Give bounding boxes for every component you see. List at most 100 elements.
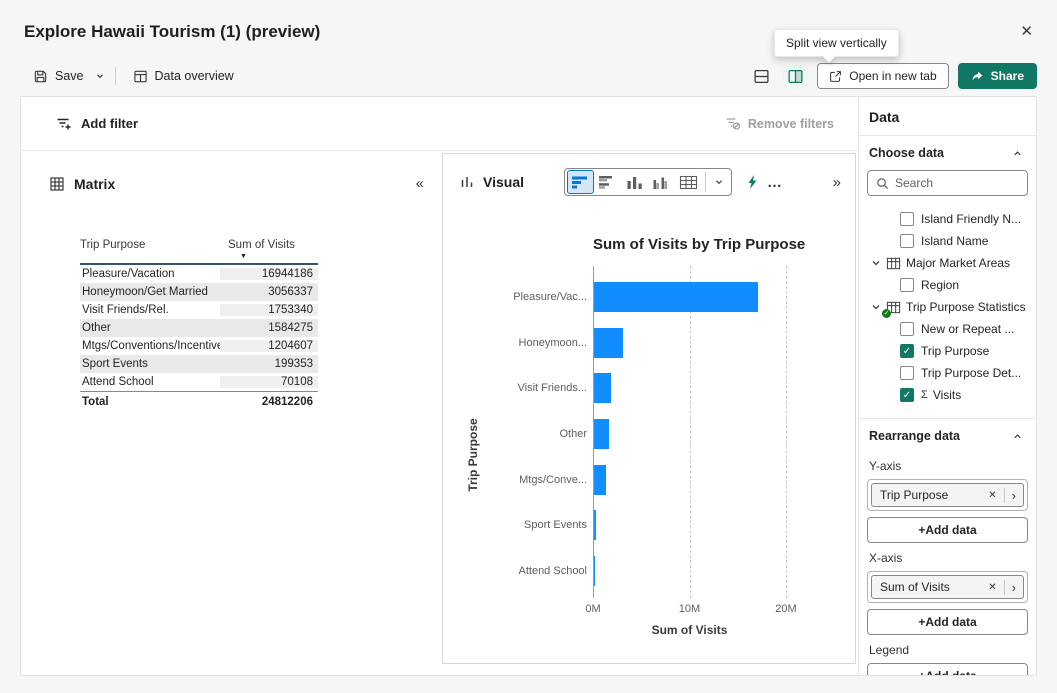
bar[interactable] [594, 556, 595, 586]
table-icon [886, 256, 901, 271]
total-row[interactable]: Total 24812206 [80, 391, 318, 412]
category-label: Attend School [491, 548, 587, 594]
chart-type-dropdown-button[interactable] [709, 170, 729, 194]
toolbar-left: Save Data overview [26, 63, 241, 90]
table-row[interactable]: Attend School70108 [80, 373, 318, 391]
tree-item-table[interactable]: ✓Trip Purpose Statistics [859, 296, 1036, 318]
remove-filters-button[interactable]: Remove filters [724, 115, 834, 132]
chevron-up-icon [1012, 431, 1023, 442]
bar[interactable] [594, 328, 623, 358]
table-label: Major Market Areas [906, 256, 1010, 270]
field-label: Visits [933, 388, 961, 402]
stacked-column-chart-icon [625, 175, 644, 190]
table-row[interactable]: Other1584275 [80, 319, 318, 337]
search-input[interactable] [895, 176, 1019, 190]
table-row[interactable]: Mtgs/Conventions/Incentive1204607 [80, 337, 318, 355]
tree-item-field[interactable]: Trip Purpose Det... [859, 362, 1036, 384]
checkbox[interactable]: ✓ [900, 388, 914, 402]
add-filter-label: Add filter [81, 116, 138, 131]
well-label: X-axis [867, 551, 1028, 565]
cell-trip-purpose: Sport Events [80, 358, 220, 370]
add-data-button[interactable]: +Add data [867, 517, 1028, 543]
field-well: Sum of Visits✕› [867, 571, 1028, 603]
more-options-button[interactable]: … [767, 174, 782, 191]
stacked-bar-chart-icon [571, 175, 590, 190]
save-icon [33, 69, 48, 84]
table-row[interactable]: Honeymoon/Get Married3056337 [80, 283, 318, 301]
field-pill[interactable]: Trip Purpose✕› [871, 483, 1024, 507]
tree-item-field[interactable]: New or Repeat ... [859, 318, 1036, 340]
add-filter-button[interactable]: Add filter [55, 115, 138, 132]
table-row[interactable]: Visit Friends/Rel.1753340 [80, 301, 318, 319]
chart-type-clustered-bar[interactable] [594, 170, 621, 194]
tree-item-field[interactable]: Region [859, 274, 1036, 296]
checkbox[interactable] [900, 212, 914, 226]
checkbox[interactable] [900, 366, 914, 380]
field-pill[interactable]: Sum of Visits✕› [871, 575, 1024, 599]
matrix-panel-title: Matrix [74, 176, 115, 192]
split-vertical-button[interactable] [783, 64, 808, 89]
cell-trip-purpose: Attend School [80, 376, 220, 388]
open-in-new-tab-button[interactable]: Open in new tab [817, 63, 948, 89]
checkbox[interactable] [900, 322, 914, 336]
sort-descending-icon: ▼ [240, 253, 318, 261]
add-data-button[interactable]: +Add data [867, 609, 1028, 635]
cell-sum-of-visits: 70108 [220, 376, 318, 388]
bar[interactable] [594, 419, 609, 449]
table-row[interactable]: Sport Events199353 [80, 355, 318, 373]
collapse-matrix-button[interactable]: « [416, 175, 424, 192]
content-card: Add filter Remove filters Matrix « [20, 96, 1037, 676]
bar[interactable] [594, 510, 596, 540]
rearrange-data-header[interactable]: Rearrange data [859, 418, 1036, 451]
save-button[interactable]: Save [26, 63, 91, 90]
remove-field-icon[interactable]: ✕ [981, 490, 1003, 501]
well-label: Y-axis [867, 459, 1028, 473]
cell-trip-purpose: Honeymoon/Get Married [80, 286, 220, 298]
chart-type-stacked-bar[interactable] [567, 170, 594, 194]
chevron-down-icon [714, 177, 724, 187]
gridline [690, 266, 691, 598]
chart-type-clustered-column[interactable] [648, 170, 675, 194]
field-options-icon[interactable]: › [1004, 580, 1023, 595]
page-title: Explore Hawaii Tourism (1) (preview) [24, 22, 320, 42]
tree-item-field[interactable]: Island Friendly N... [859, 208, 1036, 230]
matrix-panel-header: Matrix « [49, 175, 424, 192]
bar[interactable] [594, 373, 611, 403]
field-well: Trip Purpose✕› [867, 479, 1028, 511]
tree-item-field[interactable]: Island Name [859, 230, 1036, 252]
bar[interactable] [594, 282, 758, 312]
rearrange-wells: Y-axis Trip Purpose✕› +Add data X-axis Sum o… [859, 459, 1036, 675]
add-data-button[interactable]: +Add data [867, 663, 1028, 675]
chart-type-table[interactable] [675, 170, 702, 194]
split-vertical-icon [787, 68, 804, 85]
remove-field-icon[interactable]: ✕ [981, 582, 1003, 593]
checkbox[interactable] [900, 278, 914, 292]
field-label: Island Name [921, 234, 988, 248]
tree-item-field[interactable]: ✓ΣVisits [859, 384, 1036, 406]
expand-visual-button[interactable]: » [833, 174, 841, 191]
chart-type-divider [705, 172, 706, 192]
choose-data-header[interactable]: Choose data [859, 136, 1036, 168]
visual-panel-title: Visual [483, 174, 524, 190]
cell-sum-of-visits: 1753340 [220, 304, 318, 316]
column-header-sum-of-visits[interactable]: Sum of Visits ▼ [220, 239, 318, 261]
field-options-icon[interactable]: › [1004, 488, 1023, 503]
split-horizontal-button[interactable] [749, 64, 774, 89]
quick-insights-button[interactable] [742, 170, 763, 194]
matrix-table: Trip Purpose Sum of Visits ▼ Pleasure/Va… [80, 239, 318, 412]
chart-type-stacked-column[interactable] [621, 170, 648, 194]
chart-body: Trip Purpose Pleasure/Vac...Honeymoon...… [443, 274, 855, 637]
column-header-trip-purpose[interactable]: Trip Purpose [80, 239, 220, 261]
matrix-panel: Matrix « Trip Purpose Sum of Visits ▼ Pl… [21, 151, 442, 675]
table-row[interactable]: Pleasure/Vacation16944186 [80, 265, 318, 283]
close-button[interactable]: ✕ [1020, 24, 1033, 39]
category-label: Visit Friends... [491, 365, 587, 411]
data-overview-button[interactable]: Data overview [126, 63, 241, 90]
tree-item-table[interactable]: Major Market Areas [859, 252, 1036, 274]
tree-item-field[interactable]: ✓Trip Purpose [859, 340, 1036, 362]
checkbox[interactable] [900, 234, 914, 248]
bar[interactable] [594, 465, 606, 495]
checkbox[interactable]: ✓ [900, 344, 914, 358]
share-button[interactable]: Share [958, 63, 1037, 89]
save-menu-button[interactable] [91, 65, 109, 87]
